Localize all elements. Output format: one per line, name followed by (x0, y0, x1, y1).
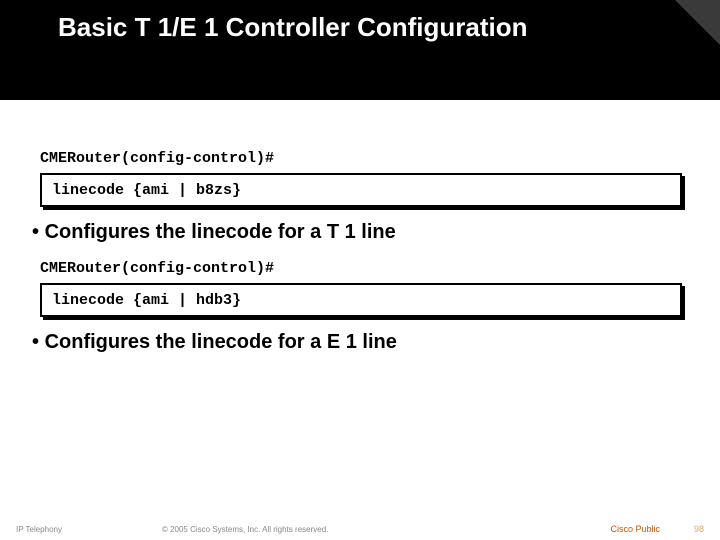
content-area: CMERouter(config-control)# linecode {ami… (0, 100, 720, 354)
footer-right: Cisco Public (610, 524, 660, 534)
footer-page-number: 98 (694, 524, 704, 534)
corner-accent (675, 0, 720, 45)
bullet-e1: Configures the linecode for a E 1 line (32, 331, 720, 354)
command-t1: linecode {ami | b8zs} (52, 182, 241, 199)
page-title: Basic T 1/E 1 Controller Configuration (58, 12, 720, 43)
bullet-t1: Configures the linecode for a T 1 line (32, 221, 720, 244)
prompt-e1: CMERouter(config-control)# (40, 260, 720, 277)
footer: IP Telephony © 2005 Cisco Systems, Inc. … (0, 518, 720, 540)
footer-left: IP Telephony (16, 525, 62, 534)
title-bar: Basic T 1/E 1 Controller Configuration (0, 0, 720, 100)
command-box-t1: linecode {ami | b8zs} (40, 173, 682, 207)
footer-copyright: © 2005 Cisco Systems, Inc. All rights re… (162, 525, 328, 534)
prompt-t1: CMERouter(config-control)# (40, 150, 720, 167)
command-e1: linecode {ami | hdb3} (52, 292, 241, 309)
command-box-e1: linecode {ami | hdb3} (40, 283, 682, 317)
